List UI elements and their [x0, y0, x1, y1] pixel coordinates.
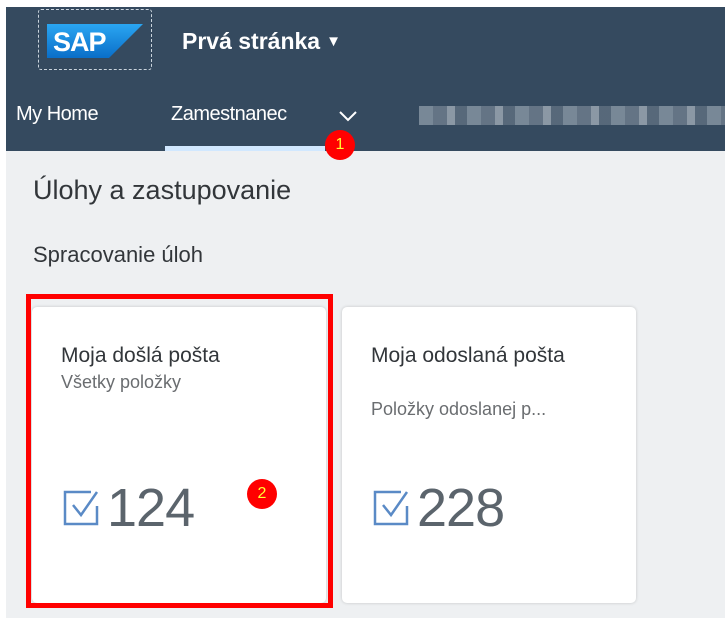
tile-title: Moja odoslaná pošta — [371, 344, 565, 367]
caret-down-icon: ▼ — [326, 33, 341, 50]
tile-kpi: 228 — [371, 477, 505, 539]
tab-my-home[interactable]: My Home — [16, 103, 99, 126]
kpi-value: 228 — [417, 478, 505, 538]
sap-logo-icon: SAP — [47, 24, 143, 58]
annotation-badge-2: 2 — [247, 479, 277, 509]
checkbox-icon — [373, 490, 409, 526]
tab-zamestnanec[interactable]: Zamestnanec — [171, 103, 287, 126]
sap-logo-text: SAP — [53, 27, 107, 57]
page-title: Prvá stránka — [182, 28, 321, 54]
blurred-tabs — [419, 106, 725, 125]
tile-outgoing-mail[interactable]: Moja odoslaná pošta Položky odoslanej p.… — [342, 307, 636, 603]
chevron-down-icon[interactable] — [338, 109, 358, 123]
annotation-highlight-box — [26, 294, 333, 608]
annotation-badge-1: 1 — [325, 130, 355, 160]
section-title: Úlohy a zastupovanie — [33, 175, 292, 205]
shell-header: SAP Prvá stránka ▼ My Home Zamestnanec — [6, 7, 725, 151]
tile-subtitle: Položky odoslanej p... — [371, 399, 547, 419]
page-title-menu[interactable]: Prvá stránka ▼ — [182, 28, 341, 55]
sap-logo[interactable]: SAP — [38, 9, 152, 70]
group-title: Spracovanie úloh — [33, 242, 204, 267]
